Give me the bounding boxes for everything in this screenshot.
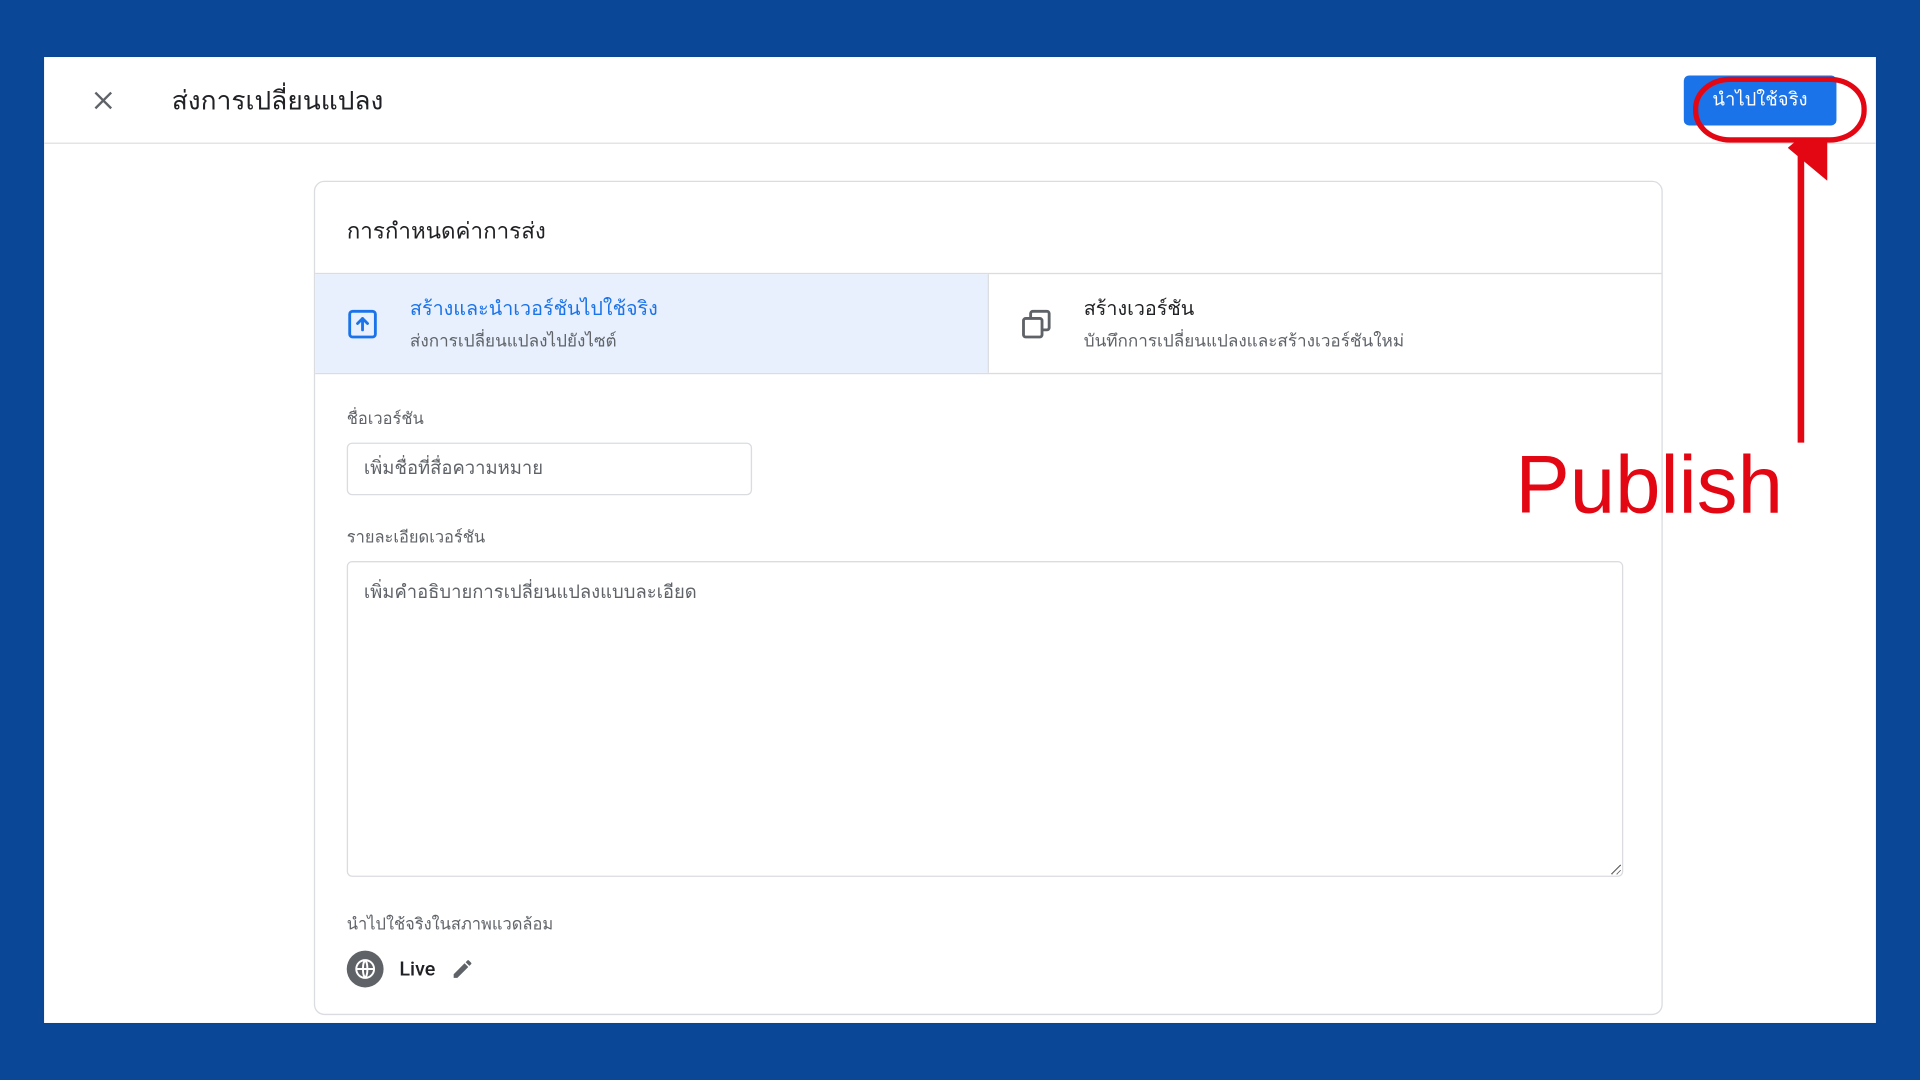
option-version-title: สร้างเวอร์ชัน	[1084, 293, 1404, 325]
option-publish-sub: ส่งการเปลี่ยนแปลงไปยังไซต์	[410, 327, 658, 355]
option-publish-version[interactable]: สร้างและนำเวอร์ชันไปใช้จริง ส่งการเปลี่ย…	[315, 274, 987, 373]
environment-row: Live	[347, 951, 1630, 988]
publish-button[interactable]: นำไปใช้จริง	[1683, 75, 1836, 125]
modal-header: ส่งการเปลี่ยนแปลง นำไปใช้จริง	[44, 57, 1876, 144]
version-desc-input[interactable]	[347, 561, 1624, 877]
card-title: การกำหนดค่าการส่ง	[315, 182, 1661, 273]
submission-config-card: การกำหนดค่าการส่ง สร้างและนำเวอร์ชันไปใช…	[314, 181, 1663, 1015]
submit-options: สร้างและนำเวอร์ชันไปใช้จริง ส่งการเปลี่ย…	[315, 273, 1661, 374]
option-version-sub: บันทึกการเปลี่ยนแปลงและสร้างเวอร์ชันใหม่	[1084, 327, 1404, 355]
version-name-label: ชื่อเวอร์ชัน	[347, 406, 1630, 432]
version-name-input[interactable]	[347, 443, 752, 496]
option-publish-title: สร้างและนำเวอร์ชันไปใช้จริง	[410, 293, 658, 325]
environment-label: นำไปใช้จริงในสภาพแวดล้อม	[347, 911, 1630, 937]
close-icon[interactable]	[87, 84, 119, 116]
submit-changes-modal: ส่งการเปลี่ยนแปลง นำไปใช้จริง การกำหนดค่…	[44, 57, 1876, 1023]
option-create-version[interactable]: สร้างเวอร์ชัน บันทึกการเปลี่ยนแปลงและสร้…	[988, 274, 1662, 373]
version-desc-label: รายละเอียดเวอร์ชัน	[347, 524, 1630, 550]
globe-icon	[347, 951, 384, 988]
modal-title: ส่งการเปลี่ยนแปลง	[172, 79, 384, 121]
copy-icon	[1018, 305, 1055, 342]
upload-icon	[344, 305, 381, 342]
annotation-arrow-icon	[1755, 140, 1834, 456]
environment-name: Live	[399, 957, 435, 981]
edit-environment-icon[interactable]	[451, 957, 475, 981]
